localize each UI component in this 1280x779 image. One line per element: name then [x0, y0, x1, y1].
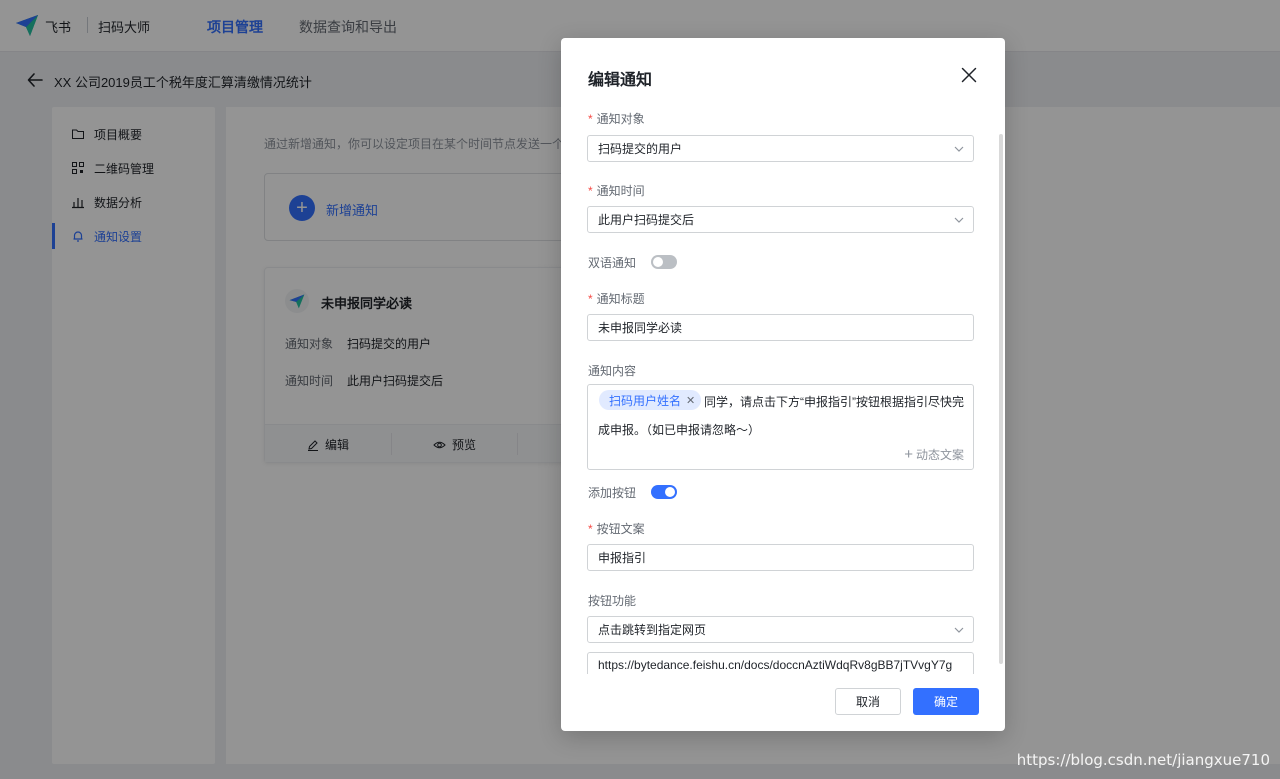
target-select[interactable]: 扫码提交的用户: [587, 135, 974, 162]
time-select-value: 此用户扫码提交后: [598, 213, 695, 227]
dynamic-copy-button[interactable]: + 动态文案: [904, 446, 964, 463]
notice-title-label: * 通知标题: [588, 292, 645, 306]
bilingual-toggle[interactable]: [651, 255, 677, 269]
target-select-value: 扫码提交的用户: [598, 142, 683, 156]
button-function-select[interactable]: 点击跳转到指定网页: [587, 616, 974, 643]
content-text-line1: 同学，请点击下方“申报指引”按钮根据指引尽快完: [704, 395, 964, 409]
toggle-knob: [653, 257, 663, 267]
chevron-down-icon: [954, 146, 964, 152]
variable-tag[interactable]: 扫码用户姓名 ✕: [599, 390, 702, 410]
edit-notification-dialog: 编辑通知 * 通知对象 扫码提交的用户 * 通知时间 此用户扫码提交后 双语通知 *…: [561, 38, 1005, 731]
plus-icon: +: [904, 446, 913, 463]
close-icon[interactable]: [959, 65, 979, 85]
bilingual-label: 双语通知: [588, 256, 637, 270]
cancel-button[interactable]: 取消: [835, 688, 901, 715]
chevron-down-icon: [954, 627, 964, 633]
time-label: * 通知时间: [588, 184, 645, 198]
url-input[interactable]: https://bytedance.feishu.cn/docs/doccnAz…: [587, 652, 974, 674]
required-mark: *: [588, 292, 593, 306]
required-mark: *: [588, 112, 593, 126]
button-function-value: 点击跳转到指定网页: [598, 623, 707, 637]
button-text-label: * 按钮文案: [588, 522, 645, 536]
notice-title-input[interactable]: 未申报同学必读: [587, 314, 974, 341]
button-text-input[interactable]: 申报指引: [587, 544, 974, 571]
content-editor[interactable]: 扫码用户姓名 ✕ 同学，请点击下方“申报指引”按钮根据指引尽快完 成申报。（如已…: [587, 384, 974, 470]
add-button-toggle[interactable]: [651, 485, 677, 499]
variable-tag-label: 扫码用户姓名: [609, 393, 682, 408]
dialog-title: 编辑通知: [588, 72, 653, 89]
time-select[interactable]: 此用户扫码提交后: [587, 206, 974, 233]
content-text-line2: 成申报。（如已申报请忽略～）: [598, 423, 761, 437]
confirm-button[interactable]: 确定: [913, 688, 979, 715]
toggle-knob: [665, 487, 675, 497]
watermark: https://blog.csdn.net/jiangxue710: [1016, 751, 1270, 769]
add-button-label: 添加按钮: [588, 486, 637, 500]
scrollbar[interactable]: [999, 134, 1003, 664]
close-icon[interactable]: ✕: [686, 394, 695, 407]
target-label: * 通知对象: [588, 112, 645, 126]
content-label: 通知内容: [588, 364, 637, 378]
chevron-down-icon: [954, 217, 964, 223]
button-function-label: 按钮功能: [588, 594, 637, 608]
required-mark: *: [588, 522, 593, 536]
required-mark: *: [588, 184, 593, 198]
dynamic-copy-label: 动态文案: [915, 448, 964, 462]
